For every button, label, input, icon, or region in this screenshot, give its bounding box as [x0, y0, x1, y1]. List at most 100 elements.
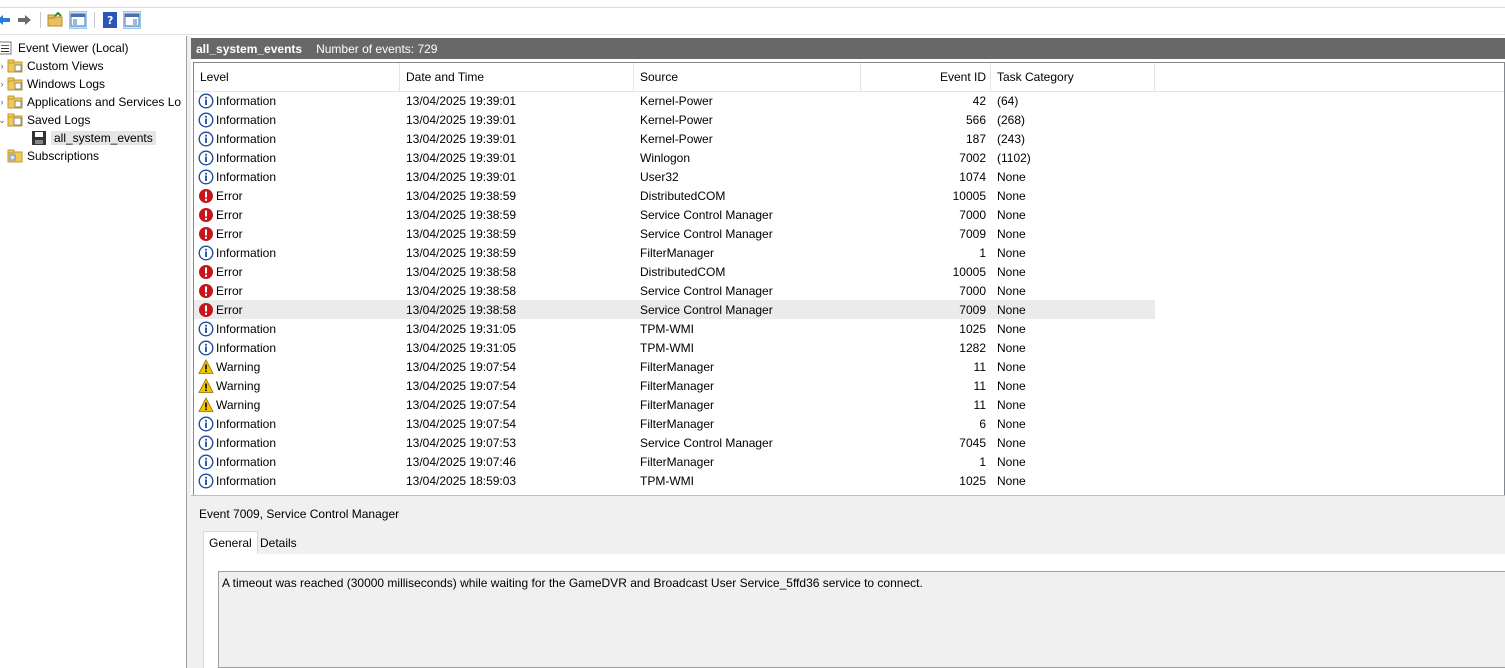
cell-level: Error [198, 262, 398, 281]
information-icon [198, 453, 214, 470]
tree-item-applications-and-services[interactable]: › Applications and Services Lo [0, 93, 182, 111]
folder-up-icon[interactable] [46, 11, 64, 29]
cell-task-category: (64) [997, 93, 1019, 108]
folder-icon [7, 77, 23, 91]
cell-event-id: 7009 [959, 302, 986, 317]
table-row[interactable]: Warning 13/04/2025 19:07:54 FilterManager 1… [194, 395, 1504, 414]
column-header-level[interactable]: Level [194, 63, 400, 91]
tree-item-all-system-events[interactable]: all_system_events [31, 129, 156, 147]
table-row[interactable]: Information 13/04/2025 19:39:01 Kernel-Pow… [194, 110, 1504, 129]
table-row[interactable]: Information 13/04/2025 19:39:01 Kernel-Pow… [194, 91, 1504, 110]
tree-label: Applications and Services Lo [27, 95, 182, 109]
show-console-tree-icon[interactable] [69, 11, 87, 29]
help-icon[interactable]: ? [101, 11, 119, 29]
level-text: Information [216, 473, 277, 488]
event-message[interactable]: A timeout was reached (30000 millisecond… [218, 571, 1505, 668]
cell-event-id: 1 [979, 454, 986, 469]
cell-date: 13/04/2025 19:38:59 [406, 207, 517, 222]
tree-item-windows-logs[interactable]: › Windows Logs [0, 75, 106, 93]
level-text: Information [216, 454, 277, 469]
table-row[interactable]: Information 13/04/2025 19:07:54 FilterMana… [194, 414, 1504, 433]
table-row[interactable]: Information 13/04/2025 19:07:53 Service Co… [194, 433, 1504, 452]
cell-date: 13/04/2025 19:39:01 [406, 131, 517, 146]
cell-event-id: 42 [972, 93, 986, 108]
table-row[interactable]: Warning 13/04/2025 19:07:54 FilterManager 1… [194, 376, 1504, 395]
back-arrow-icon[interactable] [0, 11, 12, 29]
cell-event-id: 7000 [959, 207, 986, 222]
cell-date: 13/04/2025 19:07:46 [406, 454, 517, 469]
cell-source: TPM-WMI [640, 473, 694, 488]
subscriptions-icon [7, 149, 23, 163]
cell-source: FilterManager [640, 416, 715, 431]
cell-source: FilterManager [640, 454, 715, 469]
cell-event-id: 1025 [959, 473, 986, 488]
table-row[interactable]: Error 13/04/2025 19:38:58 Service Control … [194, 281, 1504, 300]
cell-level: Information [198, 338, 398, 357]
cell-date: 13/04/2025 19:38:59 [406, 188, 517, 203]
forward-arrow-icon[interactable] [16, 11, 34, 29]
table-row[interactable]: Information 13/04/2025 18:59:03 TPM-WMI 102… [194, 471, 1504, 490]
cell-level: Warning [198, 357, 398, 376]
table-row[interactable]: Error 13/04/2025 19:38:59 DistributedCOM 10… [194, 186, 1504, 205]
tree-item-saved-logs[interactable]: ⌄ Saved Logs [0, 111, 90, 129]
event-list[interactable]: Level Date and Time Source Event ID Task… [193, 62, 1505, 496]
error-icon [199, 226, 213, 241]
cell-task-category: None [997, 378, 1026, 393]
level-text: Information [216, 112, 277, 127]
cell-level: Information [198, 148, 398, 167]
table-row[interactable]: Error 13/04/2025 19:38:58 DistributedCOM 10… [194, 262, 1504, 281]
cell-event-id: 566 [965, 112, 986, 127]
cell-level: Error [198, 186, 398, 205]
cell-level: Information [198, 433, 398, 452]
cell-date: 13/04/2025 19:07:54 [406, 359, 517, 374]
information-icon [198, 111, 214, 128]
cell-level: Error [198, 281, 398, 300]
tab-general[interactable]: General [203, 531, 258, 554]
show-action-pane-icon[interactable] [123, 11, 141, 29]
cell-event-id: 6 [979, 416, 986, 431]
column-header-source[interactable]: Source [634, 63, 861, 91]
table-row[interactable]: Information 13/04/2025 19:39:01 Winlogon 70… [194, 148, 1504, 167]
table-row[interactable]: Information 13/04/2025 19:39:01 User32 1074… [194, 167, 1504, 186]
cell-date: 13/04/2025 19:38:58 [406, 283, 517, 298]
information-icon [198, 168, 214, 185]
tab-details[interactable]: Details [255, 532, 302, 553]
table-row[interactable]: Information 13/04/2025 19:31:05 TPM-WMI 102… [194, 319, 1504, 338]
cell-event-id: 1025 [959, 321, 986, 336]
table-row[interactable]: Error 13/04/2025 19:38:59 Service Control … [194, 224, 1504, 243]
column-header-date[interactable]: Date and Time [400, 63, 634, 91]
information-icon [198, 472, 214, 489]
table-row[interactable]: Information 13/04/2025 19:07:46 FilterMana… [194, 452, 1504, 471]
level-text: Warning [216, 359, 261, 374]
cell-level: Warning [198, 395, 398, 414]
table-row[interactable]: Error 13/04/2025 19:38:59 Service Control … [194, 205, 1504, 224]
expand-arrow-icon[interactable]: › [0, 79, 7, 89]
svg-text:?: ? [107, 14, 113, 27]
table-row[interactable]: Error 13/04/2025 19:38:58 Service Control … [194, 300, 1504, 319]
table-row[interactable]: Information 13/04/2025 19:38:59 FilterMana… [194, 243, 1504, 262]
cell-task-category: None [997, 226, 1026, 241]
information-icon [198, 415, 214, 432]
table-row[interactable]: Information 13/04/2025 19:39:01 Kernel-Pow… [194, 129, 1504, 148]
cell-task-category: None [997, 321, 1026, 336]
error-icon [199, 264, 213, 279]
expand-arrow-icon[interactable]: › [0, 97, 7, 107]
tree-item-subscriptions[interactable]: Subscriptions [7, 147, 99, 165]
cell-event-id: 10005 [952, 264, 986, 279]
cell-level: Information [198, 414, 398, 433]
cell-source: FilterManager [640, 378, 715, 393]
collapse-arrow-icon[interactable]: ⌄ [0, 115, 7, 126]
cell-date: 13/04/2025 19:38:58 [406, 302, 517, 317]
cell-task-category: None [997, 283, 1026, 298]
tree-root-event-viewer[interactable]: Event Viewer (Local) [0, 39, 129, 57]
expand-arrow-icon[interactable]: › [0, 61, 7, 71]
table-row[interactable]: Information 13/04/2025 19:31:05 TPM-WMI 128… [194, 338, 1504, 357]
cell-source: Winlogon [640, 150, 691, 165]
table-row[interactable]: Warning 13/04/2025 19:07:54 FilterManager 1… [194, 357, 1504, 376]
cell-task-category: None [997, 207, 1026, 222]
folder-icon [7, 59, 23, 73]
column-header-task-category[interactable]: Task Category [991, 63, 1155, 91]
cell-date: 13/04/2025 19:31:05 [406, 321, 517, 336]
tree-item-custom-views[interactable]: › Custom Views [0, 57, 104, 75]
column-header-event-id[interactable]: Event ID [861, 63, 991, 91]
